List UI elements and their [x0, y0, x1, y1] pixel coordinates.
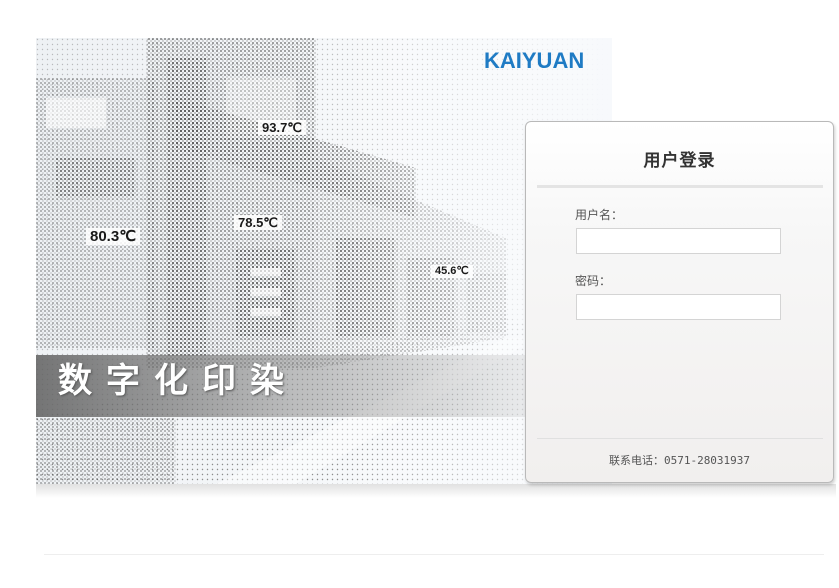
temperature-readout: 93.7℃ — [258, 120, 306, 135]
username-label: 用户名： — [575, 208, 624, 222]
login-page: 93.7℃ 80.3℃ 78.5℃ 45.6℃ 数字化印染 KAIYUAN 用户… — [0, 0, 839, 588]
password-label: 密码： — [575, 274, 612, 288]
page-bottom-divider — [44, 554, 824, 555]
footer-divider — [537, 438, 823, 439]
contact-label: 联系电话： — [608, 454, 664, 467]
login-title: 用户登录 — [643, 151, 716, 171]
brand-logo: KAIYUAN — [484, 48, 585, 73]
contact-info: 联系电话：0571-28031937 — [526, 452, 833, 468]
temperature-readout: 80.3℃ — [86, 228, 141, 245]
login-panel: 用户登录 用户名： 密码： 联系电话：0571-28031937 — [525, 121, 834, 483]
title-divider — [537, 185, 823, 188]
banner-shadow — [36, 484, 836, 498]
password-input[interactable] — [576, 294, 781, 320]
temperature-readout: 78.5℃ — [234, 215, 282, 230]
username-input[interactable] — [576, 228, 781, 254]
slogan-text: 数字化印染 — [58, 361, 298, 401]
contact-phone: 0571-28031937 — [663, 454, 751, 467]
temperature-readout: 45.6℃ — [431, 265, 473, 278]
